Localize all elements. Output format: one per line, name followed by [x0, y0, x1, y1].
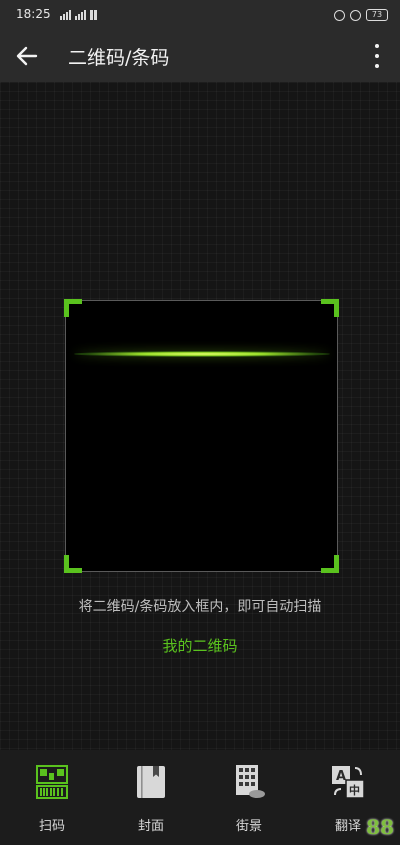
frame-corner-bottom-right	[321, 555, 339, 573]
qr-scan-icon	[36, 765, 68, 799]
status-bar: 18:25 73	[0, 0, 400, 30]
more-options-icon[interactable]	[374, 44, 380, 68]
alarm-icon	[350, 9, 361, 21]
tab-scan[interactable]: 扫码	[17, 764, 87, 842]
status-right: 73	[334, 9, 388, 21]
bottom-tab-bar: 扫码 封面 街景 A 中 翻译 88	[0, 750, 400, 845]
frame-corner-top-right	[321, 299, 339, 317]
tab-street[interactable]: 街景	[214, 764, 284, 842]
translate-icon: A 中	[332, 766, 365, 799]
wifi-icon	[90, 10, 97, 20]
tab-cover-label: 封面	[137, 819, 164, 834]
svg-text:中: 中	[349, 783, 360, 797]
app-bar: 二维码/条码	[0, 30, 400, 82]
status-time: 18:25	[16, 7, 51, 21]
scan-line	[74, 351, 330, 357]
tab-street-label: 街景	[235, 819, 262, 834]
frame-corner-top-left	[64, 299, 82, 317]
page-title: 二维码/条码	[68, 47, 170, 69]
scan-hint: 将二维码/条码放入框内，即可自动扫描	[78, 599, 322, 615]
lock-icon	[334, 9, 345, 21]
my-qr-code-link[interactable]: 我的二维码	[0, 635, 400, 656]
tab-cover[interactable]: 封面	[116, 764, 186, 842]
signal-strength-icon	[60, 10, 71, 20]
frame-corner-bottom-left	[64, 555, 82, 573]
watermark-logo: 88	[366, 815, 394, 839]
book-icon	[137, 766, 165, 798]
svg-text:A: A	[336, 769, 346, 784]
battery-icon: 73	[366, 9, 388, 21]
building-icon	[236, 765, 265, 798]
tab-scan-label: 扫码	[38, 819, 65, 834]
signal-icons	[60, 10, 97, 20]
signal-strength-icon	[75, 10, 86, 20]
back-arrow-icon[interactable]	[14, 43, 40, 69]
scan-frame	[64, 299, 339, 573]
